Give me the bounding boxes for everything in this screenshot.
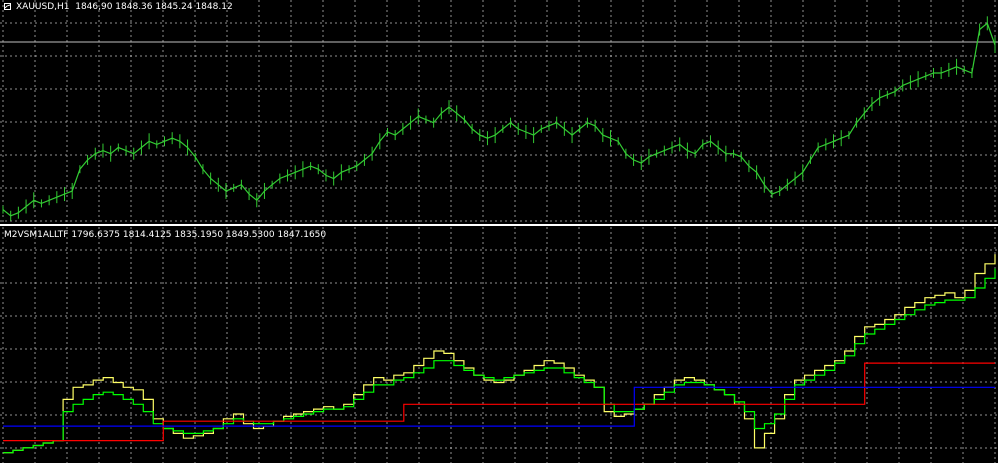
- indicator-info-label: M2VSM1ALLTF 1796.6375 1814.4125 1835.195…: [4, 230, 327, 240]
- chart-icon: [4, 3, 11, 10]
- symbol-info-label: XAUUSD,H1 1846,90 1848.36 1845.24 1848.1…: [16, 2, 233, 12]
